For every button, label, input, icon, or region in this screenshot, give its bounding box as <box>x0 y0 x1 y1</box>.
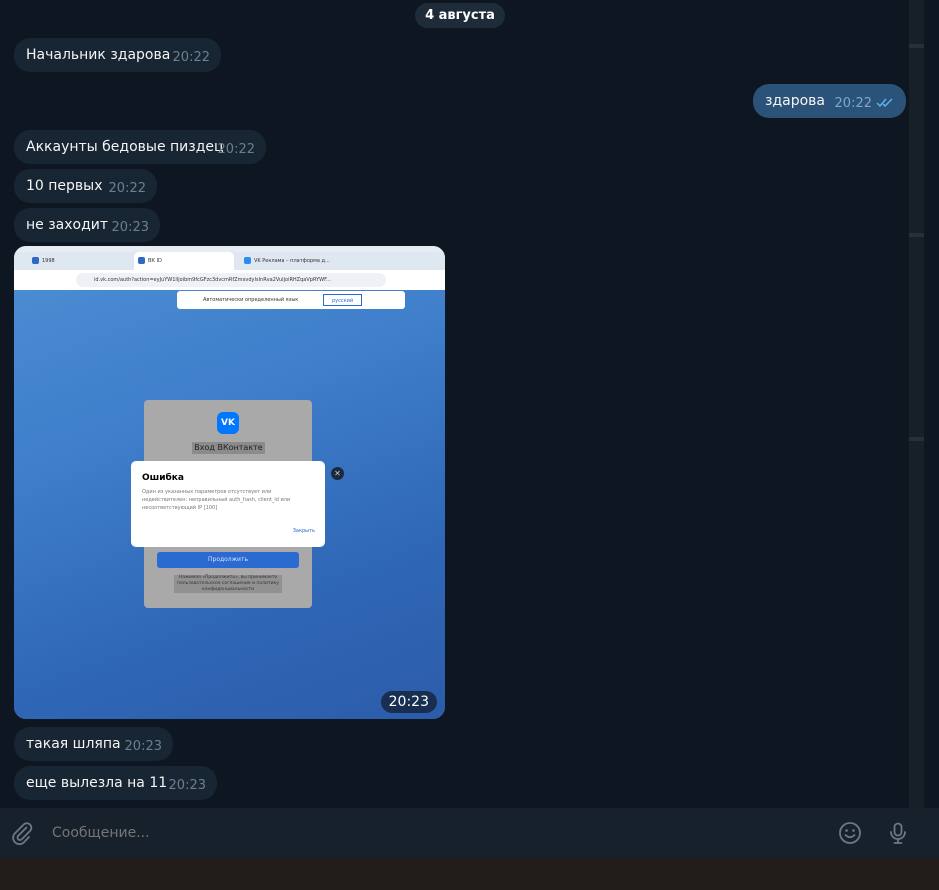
message-time: 20:22 <box>172 50 210 65</box>
message-time: 20:23 <box>168 778 206 793</box>
message-time: 20:22 <box>834 96 872 111</box>
error-body: Один из указанных параметров отсутствует… <box>142 489 291 511</box>
composer-edge <box>924 808 939 858</box>
screenshot-tab-strip: 1998 ВК ID VK Реклама – платформа д... <box>14 252 445 270</box>
screenshot-login-title: Вход ВКонтакте <box>192 442 265 454</box>
screenshot-legal-text: Нажимая «Продолжить», вы принимаете поль… <box>174 575 282 593</box>
screenshot-browser-chrome: 1998 ВК ID VK Реклама – платформа д... i… <box>14 246 445 290</box>
message-composer <box>0 808 924 858</box>
chat-history[interactable]: 4 августа Начальник здарова 20:22 здаров… <box>0 0 924 808</box>
favicon-icon <box>244 257 251 264</box>
screenshot-url-bar: id.vk.com/auth?action=eyJuYW1lIjoibm9fcG… <box>14 270 445 290</box>
screenshot-error-dialog: Ошибка Один из указанных параметров отсу… <box>131 461 325 547</box>
photo-time: 20:23 <box>380 691 437 713</box>
screenshot-tab-active: ВК ID <box>134 252 234 270</box>
photo-message[interactable]: 1998 ВК ID VK Реклама – платформа д... i… <box>14 246 445 719</box>
chat-scrollbar[interactable] <box>909 0 924 808</box>
message-text: такая шляпа <box>26 736 121 752</box>
message-bubble[interactable]: не заходит 20:23 <box>14 208 160 242</box>
close-icon: ✕ <box>331 467 344 480</box>
message-input[interactable] <box>52 808 752 858</box>
screenshot-tab: VK Реклама – платформа д... <box>240 252 340 270</box>
message-text: не заходит <box>26 217 109 233</box>
message-bubble[interactable]: еще вылезла на 11 20:23 <box>14 766 217 800</box>
screenshot-tab: 1998 <box>28 252 128 270</box>
microphone-icon[interactable] <box>886 821 910 845</box>
date-divider: 4 августа <box>415 3 505 28</box>
message-text: 10 первых <box>26 178 103 194</box>
message-bubble[interactable]: такая шляпа 20:23 <box>14 727 173 761</box>
vk-logo: VK <box>217 412 239 434</box>
smile-icon[interactable] <box>838 821 862 845</box>
message-text: Аккаунты бедовые пиздец <box>26 139 224 155</box>
favicon-icon <box>32 257 39 264</box>
message-time: 20:23 <box>124 739 162 754</box>
message-bubble-outgoing[interactable]: здарова 20:22 <box>753 84 906 118</box>
screenshot-url: id.vk.com/auth?action=eyJuYW1lIjoibm9fcG… <box>76 273 386 287</box>
favicon-icon <box>138 257 145 264</box>
message-bubble[interactable]: 10 первых 20:22 <box>14 169 157 203</box>
message-text: Начальник здарова <box>26 47 171 63</box>
window-bottom-strip <box>0 858 939 890</box>
message-text: еще вылезла на 11 <box>26 775 168 791</box>
paperclip-icon[interactable] <box>10 821 34 845</box>
error-title: Ошибка <box>142 473 184 483</box>
read-checks-icon <box>876 98 893 108</box>
message-time: 20:22 <box>108 181 146 196</box>
screenshot-translate-bar: Автоматически определенный язык русский <box>177 291 405 309</box>
message-bubble[interactable]: Аккаунты бедовые пиздец 20:22 <box>14 130 266 164</box>
screenshot-continue-button: Продолжить <box>157 552 299 568</box>
message-time: 20:22 <box>217 142 255 157</box>
message-time: 20:23 <box>111 220 149 235</box>
message-bubble[interactable]: Начальник здарова 20:22 <box>14 38 221 72</box>
message-text: здарова <box>765 93 825 109</box>
error-close: Закрыть <box>292 528 315 534</box>
